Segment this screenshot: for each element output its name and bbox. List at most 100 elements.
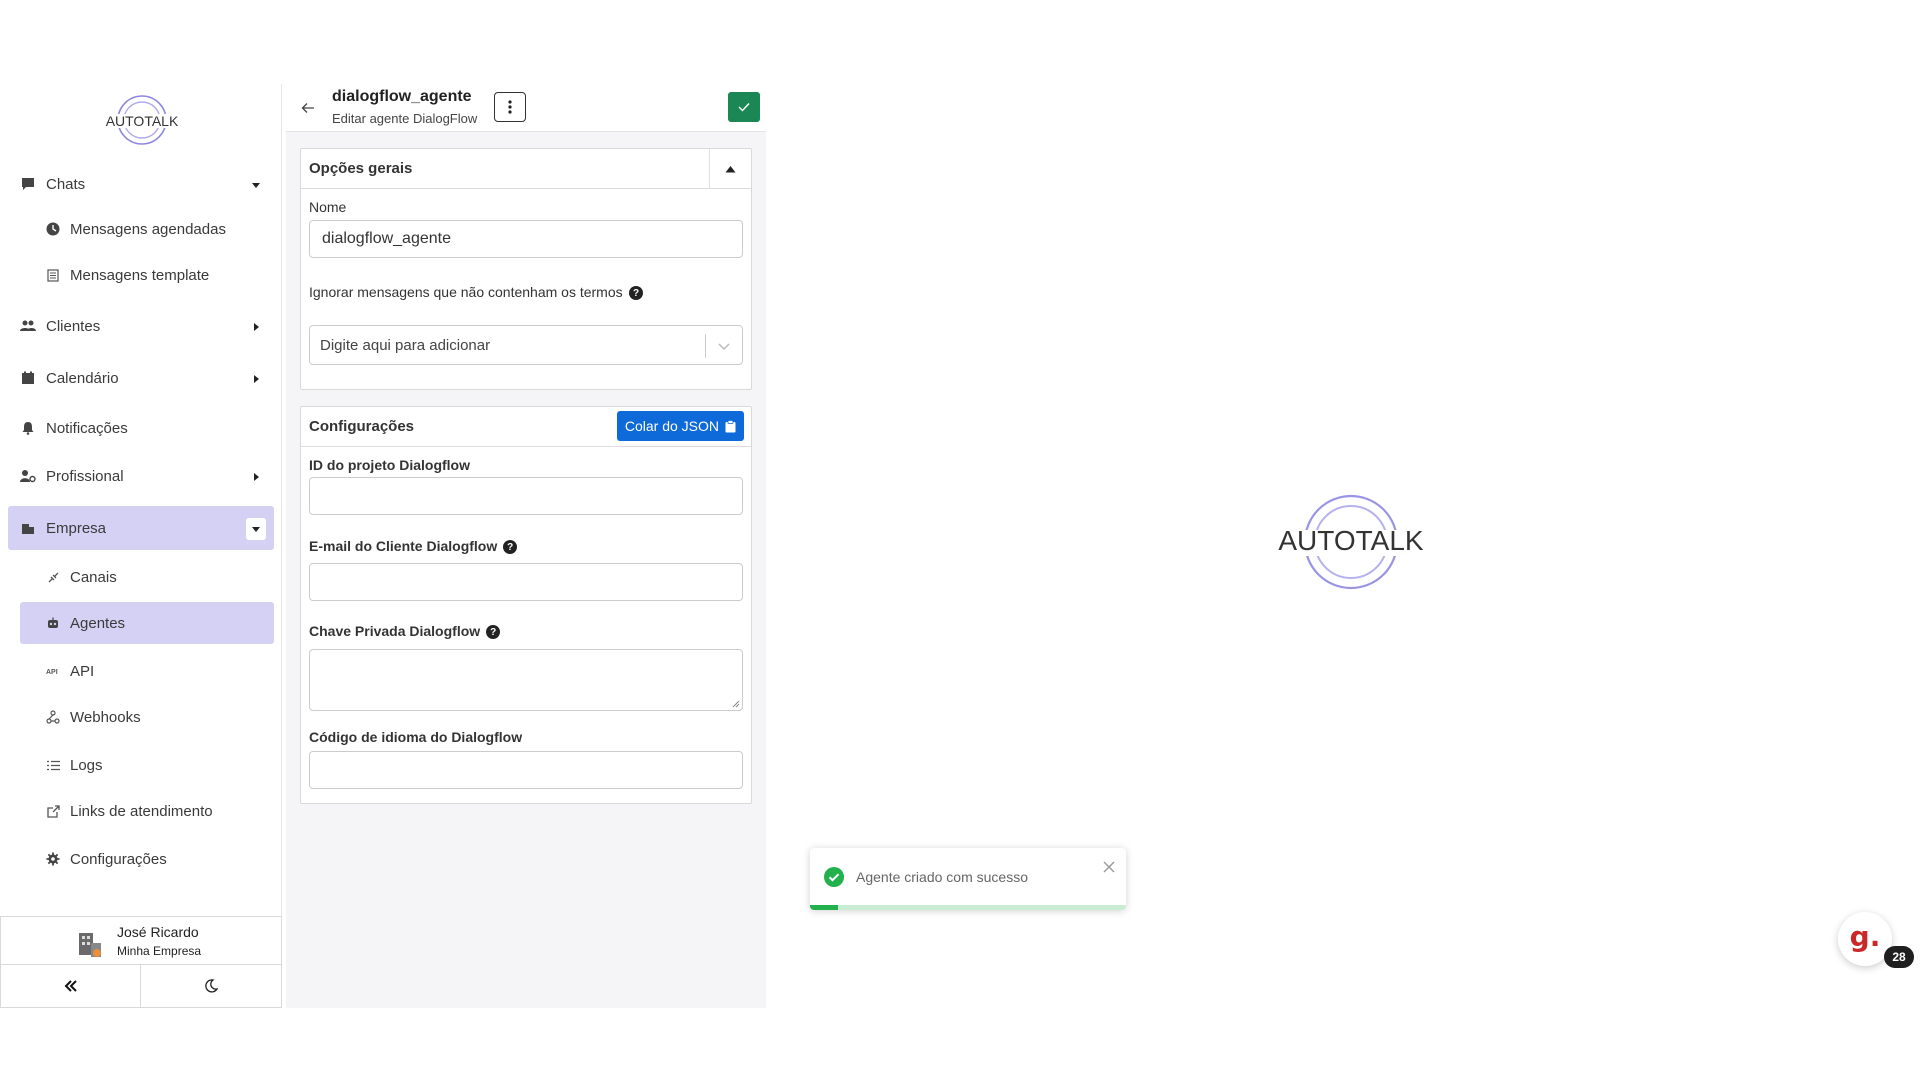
sidebar-item-mensagens-agendadas[interactable]: Mensagens agendadas: [20, 208, 274, 250]
svg-text:AUTOTALK: AUTOTALK: [1278, 525, 1424, 556]
chevron-right-icon[interactable]: [246, 316, 266, 338]
sidebar-item-label: Notificações: [46, 419, 128, 437]
ignore-terms-select[interactable]: Digite aqui para adicionar: [309, 325, 743, 365]
agent-editor-panel: dialogflow_agente Editar agente DialogFl…: [286, 84, 766, 1008]
sidebar-item-label: Logs: [70, 756, 103, 774]
sidebar-item-mensagens-template[interactable]: Mensagens template: [20, 254, 274, 296]
sidebar-item-empresa[interactable]: Empresa: [8, 506, 274, 550]
sidebar-item-label: Webhooks: [70, 708, 141, 726]
project-id-input[interactable]: [309, 477, 743, 515]
autotalk-logo-large: AUTOTALK: [1270, 494, 1432, 590]
sidebar-item-logs[interactable]: Logs: [20, 744, 274, 786]
comment-icon: [20, 176, 36, 192]
chevron-down-icon: [718, 343, 730, 351]
sidebar-item-chats[interactable]: Chats: [8, 162, 274, 206]
sidebar-item-configuracoes[interactable]: Configurações: [20, 838, 274, 880]
sidebar-item-label: Chats: [46, 175, 86, 193]
back-button[interactable]: [298, 98, 318, 118]
language-code-input[interactable]: [309, 751, 743, 789]
chevron-down-icon[interactable]: [246, 518, 266, 540]
user-company: Minha Empresa: [117, 944, 202, 958]
collapse-button[interactable]: [709, 149, 751, 189]
help-icon[interactable]: ?: [503, 540, 518, 555]
configurations-card: Configurações Colar do JSON ID do projet…: [300, 406, 752, 804]
close-icon[interactable]: [1102, 860, 1116, 874]
sidebar-item-clientes[interactable]: Clientes: [8, 304, 274, 348]
private-key-label: Chave Privada Dialogflow?: [309, 623, 501, 640]
gear-icon: [46, 852, 60, 866]
name-input[interactable]: [309, 220, 743, 258]
sidebar-item-profissional[interactable]: Profissional: [8, 454, 274, 498]
card-title: Configurações: [309, 418, 415, 435]
arrow-left-icon: [301, 103, 314, 113]
sidebar-item-notificacoes[interactable]: Notificações: [8, 406, 274, 450]
ignore-terms-text: Ignorar mensagens que não contenham os t…: [309, 284, 623, 300]
client-email-text: E-mail do Cliente Dialogflow: [309, 538, 498, 554]
more-options-button[interactable]: [494, 92, 526, 122]
list-icon: [46, 758, 60, 772]
sidebar-item-label: Calendário: [46, 369, 119, 387]
select-placeholder: Digite aqui para adicionar: [320, 337, 491, 354]
chat-widget-logo: g.: [1849, 919, 1881, 953]
help-icon[interactable]: ?: [486, 625, 501, 640]
double-chevron-left-icon: [64, 980, 77, 992]
editor-header: dialogflow_agente Editar agente DialogFl…: [286, 84, 766, 132]
resize-grip-icon[interactable]: [732, 700, 740, 708]
robot-icon: [46, 616, 60, 630]
template-icon: [46, 268, 60, 282]
sidebar-item-label: Clientes: [46, 317, 101, 335]
webhook-icon: [46, 710, 60, 724]
collapse-sidebar-button[interactable]: [1, 965, 141, 1007]
kebab-menu-icon: [508, 100, 512, 114]
general-options-card: Opções gerais Nome Ignorar mensagens que…: [300, 148, 752, 390]
svg-text:API: API: [46, 669, 58, 676]
users-icon: [20, 318, 36, 334]
api-icon: API: [46, 664, 60, 678]
user-name: José Ricardo: [117, 924, 199, 940]
name-label: Nome: [309, 199, 347, 215]
chevron-right-icon[interactable]: [246, 368, 266, 390]
sidebar-item-links-de-atendimento[interactable]: Links de atendimento: [20, 790, 274, 832]
private-key-text: Chave Privada Dialogflow: [309, 623, 481, 639]
client-email-input[interactable]: [309, 563, 743, 601]
sidebar-item-label: Profissional: [46, 467, 124, 485]
chevron-down-icon[interactable]: [246, 174, 266, 196]
moon-icon: [205, 979, 218, 993]
dark-mode-toggle[interactable]: [141, 965, 281, 1007]
private-key-textarea[interactable]: [309, 649, 743, 711]
external-link-icon: [46, 804, 60, 818]
sidebar-item-label: Agentes: [70, 614, 126, 632]
sidebar-item-agentes[interactable]: Agentes: [20, 602, 274, 644]
paste-json-button[interactable]: Colar do JSON: [616, 411, 744, 441]
plug-icon: [46, 570, 60, 584]
project-id-label: ID do projeto Dialogflow: [309, 457, 470, 473]
card-title: Opções gerais: [309, 160, 413, 177]
svg-text:AUTOTALK: AUTOTALK: [106, 113, 179, 129]
select-divider: [705, 334, 706, 358]
sidebar-item-webhooks[interactable]: Webhooks: [20, 696, 274, 738]
chevron-right-icon[interactable]: [246, 466, 266, 488]
clock-icon: [46, 222, 60, 236]
user-gear-icon: [20, 468, 36, 484]
toast-progress-track: [810, 905, 1126, 910]
autotalk-logo: AUTOTALK: [106, 95, 179, 145]
sidebar-item-label: API: [70, 662, 95, 680]
sidebar: AUTOTALK Chats Mensagens agendadas Mensa…: [0, 84, 282, 1008]
save-button[interactable]: [728, 92, 760, 122]
ignore-terms-label: Ignorar mensagens que não contenham os t…: [309, 281, 629, 304]
language-code-label: Código de idioma do Dialogflow: [309, 729, 523, 745]
sidebar-item-label: Configurações: [70, 850, 167, 868]
page-title: dialogflow_agente: [332, 88, 472, 105]
unread-count-badge: 28: [1884, 946, 1914, 968]
sidebar-item-canais[interactable]: Canais: [20, 556, 274, 598]
configurations-header: Configurações Colar do JSON: [301, 407, 751, 447]
user-card: José Ricardo Minha Empresa: [0, 916, 282, 1008]
user-info[interactable]: José Ricardo Minha Empresa: [1, 917, 281, 965]
toast-progress-fill: [810, 905, 839, 910]
page-subtitle: Editar agente DialogFlow: [332, 111, 478, 126]
sidebar-item-api[interactable]: API API: [20, 650, 274, 692]
help-icon[interactable]: ?: [629, 286, 643, 300]
sidebar-item-calendario[interactable]: Calendário: [8, 356, 274, 400]
check-circle-icon: [824, 867, 844, 887]
general-options-header: Opções gerais: [301, 149, 751, 189]
